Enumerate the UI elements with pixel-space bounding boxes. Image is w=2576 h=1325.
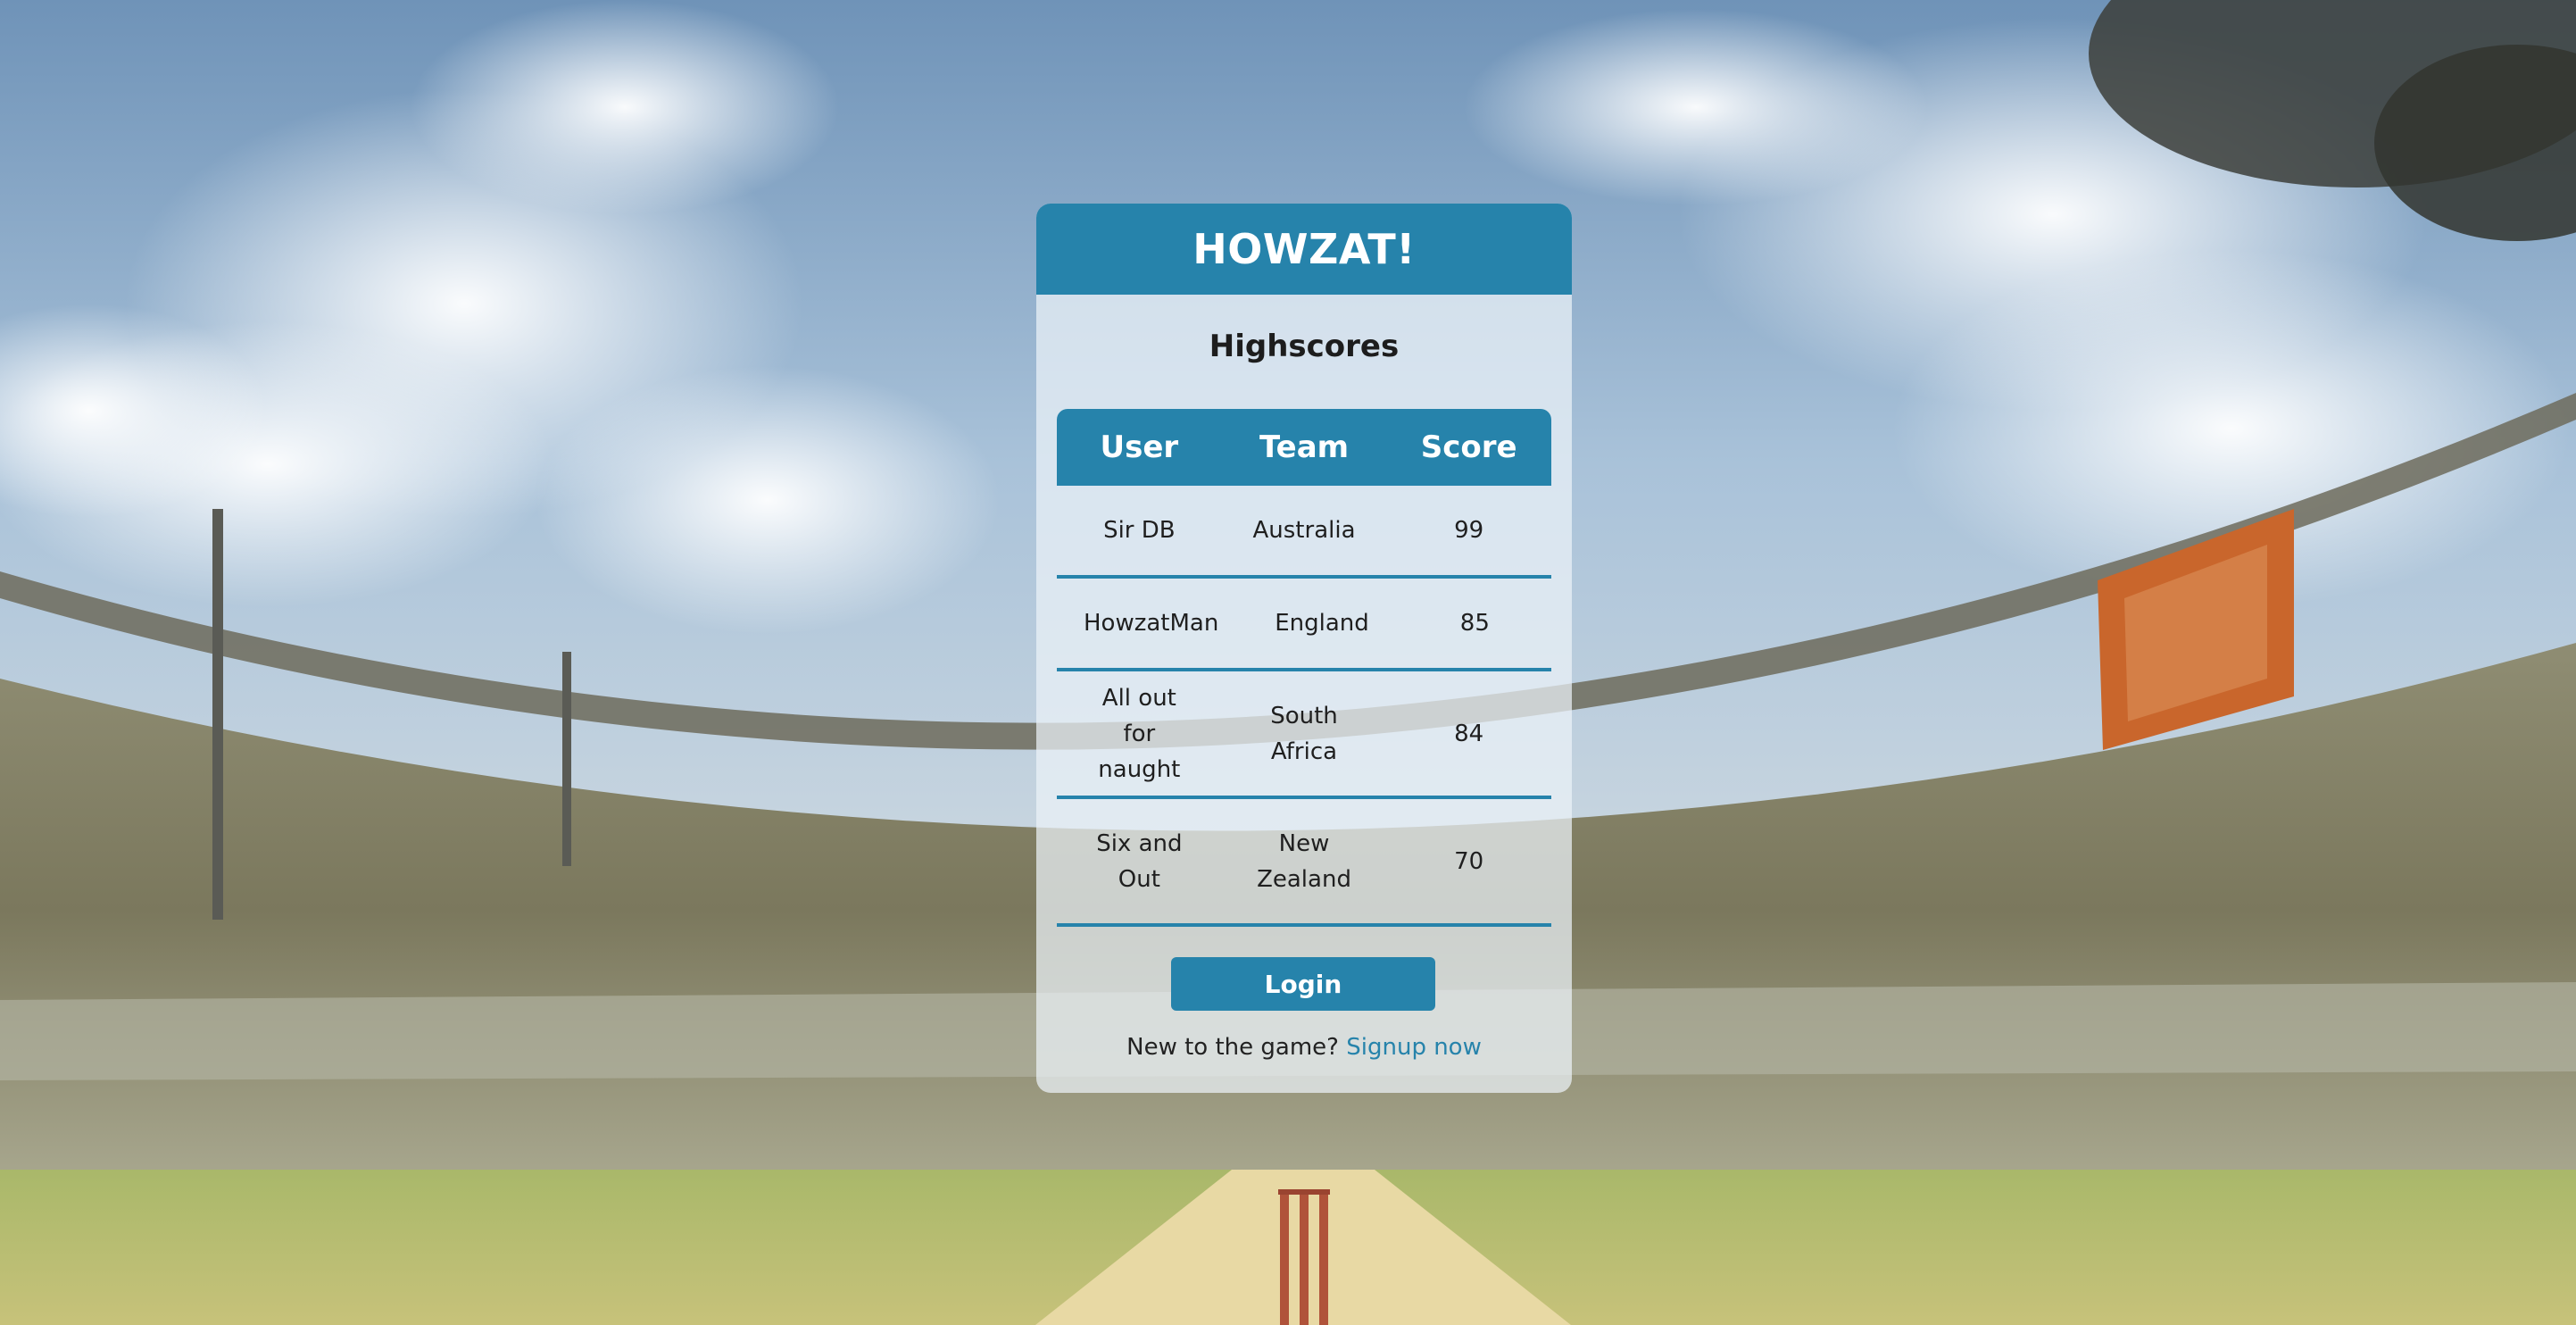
table-row: HowzatMan England 85 (1057, 579, 1551, 671)
highscores-card: HOWZAT! Highscores User Team Score Sir D… (1036, 204, 1572, 1093)
column-header-score: Score (1420, 429, 1517, 465)
cell-score: 70 (1454, 847, 1484, 875)
cell-team: South Africa (1270, 702, 1338, 765)
cell-team: England (1275, 610, 1369, 637)
table-row: All out for naught South Africa 84 (1057, 671, 1551, 799)
cell-score: 99 (1454, 517, 1484, 544)
app-title: HOWZAT! (1192, 225, 1416, 273)
signup-prompt-text: New to the game? (1126, 1034, 1339, 1061)
column-header-team: Team (1259, 429, 1350, 465)
table-header-row: User Team Score (1057, 409, 1551, 486)
cell-score: 84 (1454, 720, 1484, 747)
cell-team: New Zealand (1257, 829, 1351, 893)
signup-link[interactable]: Signup now (1346, 1034, 1482, 1061)
cell-user: Six and Out (1096, 829, 1183, 893)
card-header: HOWZAT! (1036, 204, 1572, 295)
cell-team: Australia (1252, 517, 1356, 544)
table-row: Six and Out New Zealand 70 (1057, 799, 1551, 927)
cell-user: HowzatMan (1084, 610, 1219, 637)
cell-user: All out for naught (1098, 684, 1181, 783)
cell-score: 85 (1459, 610, 1490, 637)
signup-prompt-line: New to the game? Signup now (1036, 1034, 1572, 1061)
column-header-user: User (1100, 429, 1179, 465)
table-row: Sir DB Australia 99 (1057, 486, 1551, 579)
cell-user: Sir DB (1103, 517, 1176, 544)
highscores-heading: Highscores (1209, 329, 1400, 364)
highscores-table: User Team Score Sir DB Australia 99 Howz… (1057, 409, 1551, 927)
login-button[interactable]: Login (1171, 957, 1435, 1011)
